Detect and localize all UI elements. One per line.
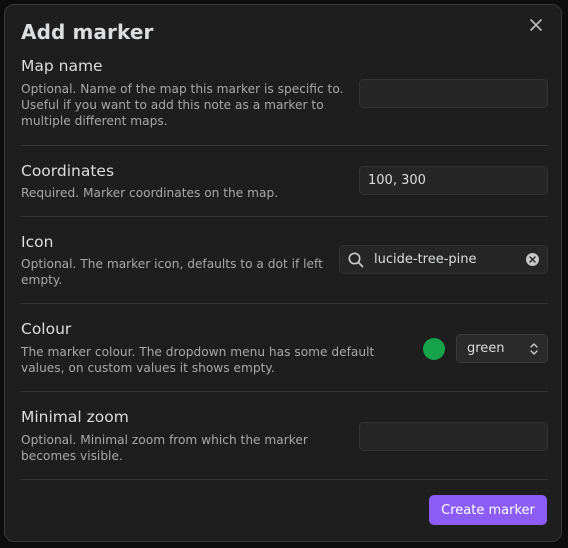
setting-minimal-zoom: Minimal zoom Optional. Minimal zoom from… — [21, 392, 548, 480]
setting-description: Optional. Minimal zoom from which the ma… — [21, 433, 308, 463]
setting-name: Coordinates — [21, 162, 115, 180]
modal-title: Add marker — [21, 20, 154, 44]
colour-dropdown-value: green — [467, 341, 505, 356]
setting-description: Optional. The marker icon, defaults to a… — [21, 257, 323, 287]
chevrons-up-down-icon — [530, 343, 538, 355]
setting-description: Optional. Name of the map this marker is… — [21, 82, 344, 128]
clear-icon[interactable] — [526, 253, 539, 266]
colour-dropdown[interactable]: green — [456, 334, 548, 363]
setting-description: The marker colour. The dropdown menu has… — [21, 345, 375, 375]
setting-name: Map name — [21, 57, 103, 75]
add-marker-modal: Add marker Map name Optional. Name of th… — [4, 4, 562, 542]
coordinates-input[interactable] — [359, 166, 548, 195]
map-name-input[interactable] — [359, 79, 548, 108]
icon-search-field — [339, 245, 548, 274]
colour-swatch[interactable] — [423, 338, 445, 360]
setting-icon: Icon Optional. The marker icon, defaults… — [21, 217, 548, 304]
setting-name: Icon — [21, 233, 54, 251]
setting-name: Minimal zoom — [21, 408, 129, 426]
close-button[interactable] — [525, 14, 547, 36]
close-icon — [530, 19, 542, 31]
icon-search-input[interactable] — [374, 246, 514, 273]
setting-map-name: Map name Optional. Name of the map this … — [21, 57, 548, 146]
setting-description: Required. Marker coordinates on the map. — [21, 186, 279, 200]
minimal-zoom-input[interactable] — [359, 422, 548, 451]
setting-coordinates: Coordinates Required. Marker coordinates… — [21, 146, 548, 217]
search-icon — [348, 252, 364, 268]
setting-colour: Colour The marker colour. The dropdown m… — [21, 304, 548, 392]
create-marker-button[interactable]: Create marker — [429, 495, 547, 525]
setting-name: Colour — [21, 320, 72, 338]
